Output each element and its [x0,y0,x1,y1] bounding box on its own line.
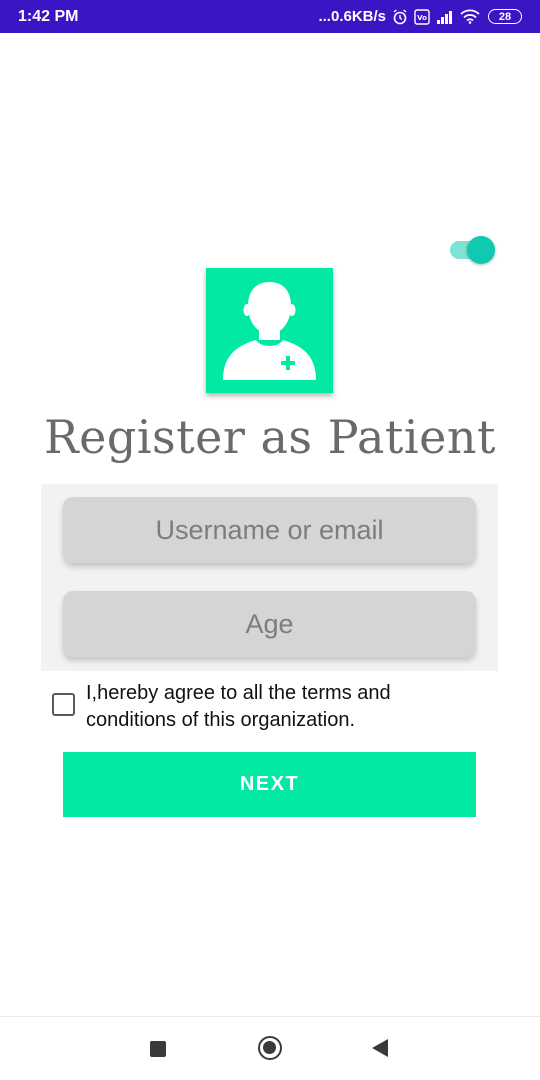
alarm-icon [392,8,408,25]
wifi-icon [460,9,480,24]
toggle-thumb [467,236,495,264]
recent-apps-icon[interactable] [150,1041,166,1057]
navigation-bar [0,1016,540,1080]
age-field[interactable]: Age [63,591,476,657]
battery-icon: 28 [488,9,522,24]
username-placeholder: Username or email [155,514,384,545]
status-time: 1:42 PM [18,7,79,25]
next-button[interactable]: NEXT [63,752,476,817]
terms-checkbox[interactable] [52,693,75,716]
volte-icon: Vo [414,8,430,25]
patient-logo [206,268,333,393]
status-bar: 1:42 PM ...0.6KB/s Vo 28 [0,0,540,33]
page-title: Register as Patient [44,410,496,464]
username-field[interactable]: Username or email [63,497,476,563]
age-placeholder: Age [245,608,294,639]
signal-icon [436,10,454,24]
terms-label[interactable]: I,hereby agree to all the terms and cond… [86,680,486,734]
svg-text:Vo: Vo [417,14,427,22]
network-speed: ...0.6KB/s [318,8,386,25]
back-icon[interactable] [372,1039,388,1057]
form-panel: Username or email Age [41,484,498,671]
status-indicators: ...0.6KB/s Vo 28 [318,8,522,25]
mode-toggle[interactable] [450,236,496,264]
patient-avatar-icon [223,282,316,380]
home-icon[interactable] [258,1036,282,1060]
